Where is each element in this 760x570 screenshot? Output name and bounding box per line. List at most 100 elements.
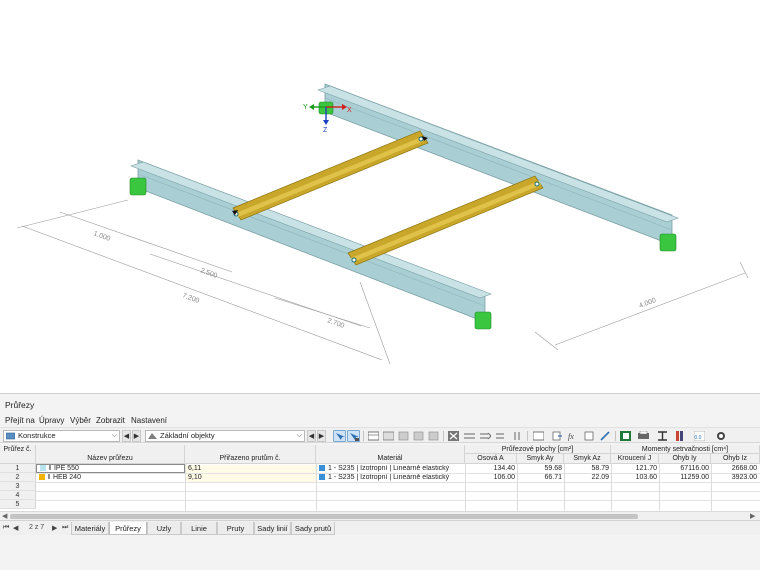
move-row-icon[interactable] (495, 430, 508, 442)
select-in-model-button[interactable] (347, 430, 360, 442)
units-icon[interactable]: 0.0 (693, 430, 706, 442)
insert-row-icon[interactable] (463, 430, 476, 442)
next-button[interactable]: ▶ (132, 430, 141, 442)
copy-icon[interactable] (412, 430, 425, 442)
table-row-1-area[interactable]: 134.40 (465, 465, 515, 473)
grid-icon[interactable] (382, 430, 395, 442)
menu-goto[interactable]: Přejít na (5, 416, 35, 425)
sections-table: Průřez č. Název průřezu Přiřazeno prutům… (0, 445, 760, 511)
delete-icon[interactable] (447, 430, 460, 442)
sheet-tabs: ⏮ ◀ 2 z 7 ▶ ⏭ Materiály Průřezy Uzly Lin… (0, 520, 760, 535)
delete-row-icon[interactable] (479, 430, 492, 442)
columns-icon[interactable] (532, 430, 545, 442)
structure-combo[interactable]: Konstrukce ⌵ (3, 430, 120, 442)
dim-label-5: 4.000 (638, 297, 657, 310)
table-row-1-bending-z[interactable]: 2668.00 (711, 465, 757, 473)
edit-formula-icon[interactable] (583, 430, 596, 442)
i-section-icon: I (49, 465, 51, 472)
prev-button[interactable]: ◀ (122, 430, 131, 442)
prev-object-button[interactable]: ◀ (307, 430, 316, 442)
tab-member-sets[interactable]: Sady prutů (291, 522, 335, 535)
menu-settings[interactable]: Nastavení (131, 416, 167, 425)
menu-select[interactable]: Výběr (70, 416, 91, 425)
paste-icon[interactable] (427, 430, 440, 442)
scroll-left-icon[interactable]: ◀ (2, 512, 7, 520)
table-row-2-name[interactable]: I HEB 240 (37, 474, 185, 482)
sort-icon[interactable] (511, 430, 524, 442)
table-row-2-material[interactable]: 1 - S235 | Izotropní | Lineárně elastick… (316, 474, 465, 482)
header-group-areas: Průřezové plochy [cm²] (465, 445, 611, 454)
last-page-icon[interactable]: ⏭ (62, 524, 68, 532)
header-assigned-members[interactable]: Přiřazeno prutům č. (185, 445, 316, 464)
edit-icon[interactable] (599, 430, 612, 442)
table-row-1-shear-z[interactable]: 58.79 (564, 465, 609, 473)
table-row-1-bending-y[interactable]: 67116.00 (659, 465, 709, 473)
table-row-2-bending-y[interactable]: 11259.00 (659, 474, 709, 482)
tab-materials[interactable]: Materiály (71, 522, 109, 535)
member-beam-1[interactable] (232, 130, 429, 221)
select-in-table-button[interactable] (333, 430, 346, 442)
axis-x-label: X (347, 107, 352, 114)
menu-edit[interactable]: Úpravy (39, 416, 64, 425)
header-shear-y[interactable]: Smyk Ay (517, 454, 564, 464)
table-row-2-assigned[interactable]: 9,10 (186, 474, 316, 482)
model-canvas[interactable]: 1.000 2.500 7.200 2.700 4.000 X Y Z (0, 0, 760, 393)
excel-icon[interactable] (619, 430, 632, 442)
export-icon[interactable] (551, 430, 564, 442)
section-color-swatch (39, 474, 45, 480)
material-name: 1 - S235 | Izotropní | Lineárně elastick… (328, 474, 450, 481)
row-number[interactable]: 4 (0, 491, 36, 500)
table-row-2-area[interactable]: 106.00 (465, 474, 515, 482)
chevron-down-icon: ⌵ (296, 432, 302, 439)
member-beam-2[interactable] (347, 175, 544, 266)
tab-line-sets[interactable]: Sady linií (254, 522, 291, 535)
next-object-button[interactable]: ▶ (317, 430, 326, 442)
menu-view[interactable]: Zobrazit (96, 416, 125, 425)
svg-text:fx: fx (568, 432, 574, 441)
material-name: 1 - S235 | Izotropní | Lineárně elastick… (328, 465, 450, 472)
table-row-2-torsion[interactable]: 103.60 (611, 474, 657, 482)
prev-page-icon[interactable]: ◀ (13, 524, 18, 532)
row-number[interactable]: 2 (0, 473, 36, 482)
header-area[interactable]: Osová A (465, 454, 517, 464)
axis-y-label: Y (303, 104, 308, 111)
table-row-2-shear-z[interactable]: 22.09 (564, 474, 609, 482)
header-bending-y[interactable]: Ohyb Iy (659, 454, 711, 464)
object-type-combo[interactable]: Základní objekty ⌵ (145, 430, 305, 442)
table-row-2-bending-z[interactable]: 3923.00 (711, 474, 757, 482)
filter-icon[interactable] (397, 430, 410, 442)
table-row-2-shear-y[interactable]: 66.71 (517, 474, 562, 482)
table-row-1-name[interactable]: I IPE 550 (36, 464, 185, 473)
header-shear-z[interactable]: Smyk Az (564, 454, 611, 464)
panel-title: Průřezy (5, 400, 35, 410)
search-icon[interactable] (715, 430, 728, 442)
table-row-1-torsion[interactable]: 121.70 (611, 465, 657, 473)
formula-icon[interactable]: fx (567, 430, 580, 442)
header-bending-z[interactable]: Ohyb Iz (711, 454, 760, 464)
table-icon[interactable] (367, 430, 380, 442)
print-icon[interactable] (637, 430, 650, 442)
table-row-1-shear-y[interactable]: 59.68 (517, 465, 562, 473)
section-icon[interactable] (656, 430, 669, 442)
scrollbar-thumb[interactable] (10, 514, 638, 519)
row-number[interactable]: 1 (0, 464, 36, 473)
row-number[interactable]: 5 (0, 500, 36, 509)
horizontal-scrollbar[interactable]: ◀ ▶ (0, 511, 760, 520)
model-viewport[interactable]: 1.000 2.500 7.200 2.700 4.000 X Y Z (0, 0, 760, 393)
tab-lines[interactable]: Linie (181, 522, 217, 535)
header-torsion[interactable]: Kroucení J (611, 454, 659, 464)
table-row-1-material[interactable]: 1 - S235 | Izotropní | Lineárně elastick… (316, 465, 465, 473)
first-page-icon[interactable]: ⏮ (3, 524, 9, 532)
scroll-right-icon[interactable]: ▶ (750, 512, 755, 520)
header-section-name[interactable]: Název průřezu (36, 445, 185, 464)
material-color-swatch (319, 474, 325, 480)
tab-sections[interactable]: Průřezy (109, 522, 147, 535)
library-icon[interactable] (674, 430, 687, 442)
row-number[interactable]: 3 (0, 482, 36, 491)
tab-members[interactable]: Pruty (217, 522, 254, 535)
table-row-1-assigned[interactable]: 6,11 (186, 465, 316, 473)
tab-nodes[interactable]: Uzly (147, 522, 181, 535)
next-page-icon[interactable]: ▶ (52, 524, 57, 532)
header-material[interactable]: Materiál (316, 445, 465, 464)
chevron-down-icon: ⌵ (111, 432, 117, 439)
